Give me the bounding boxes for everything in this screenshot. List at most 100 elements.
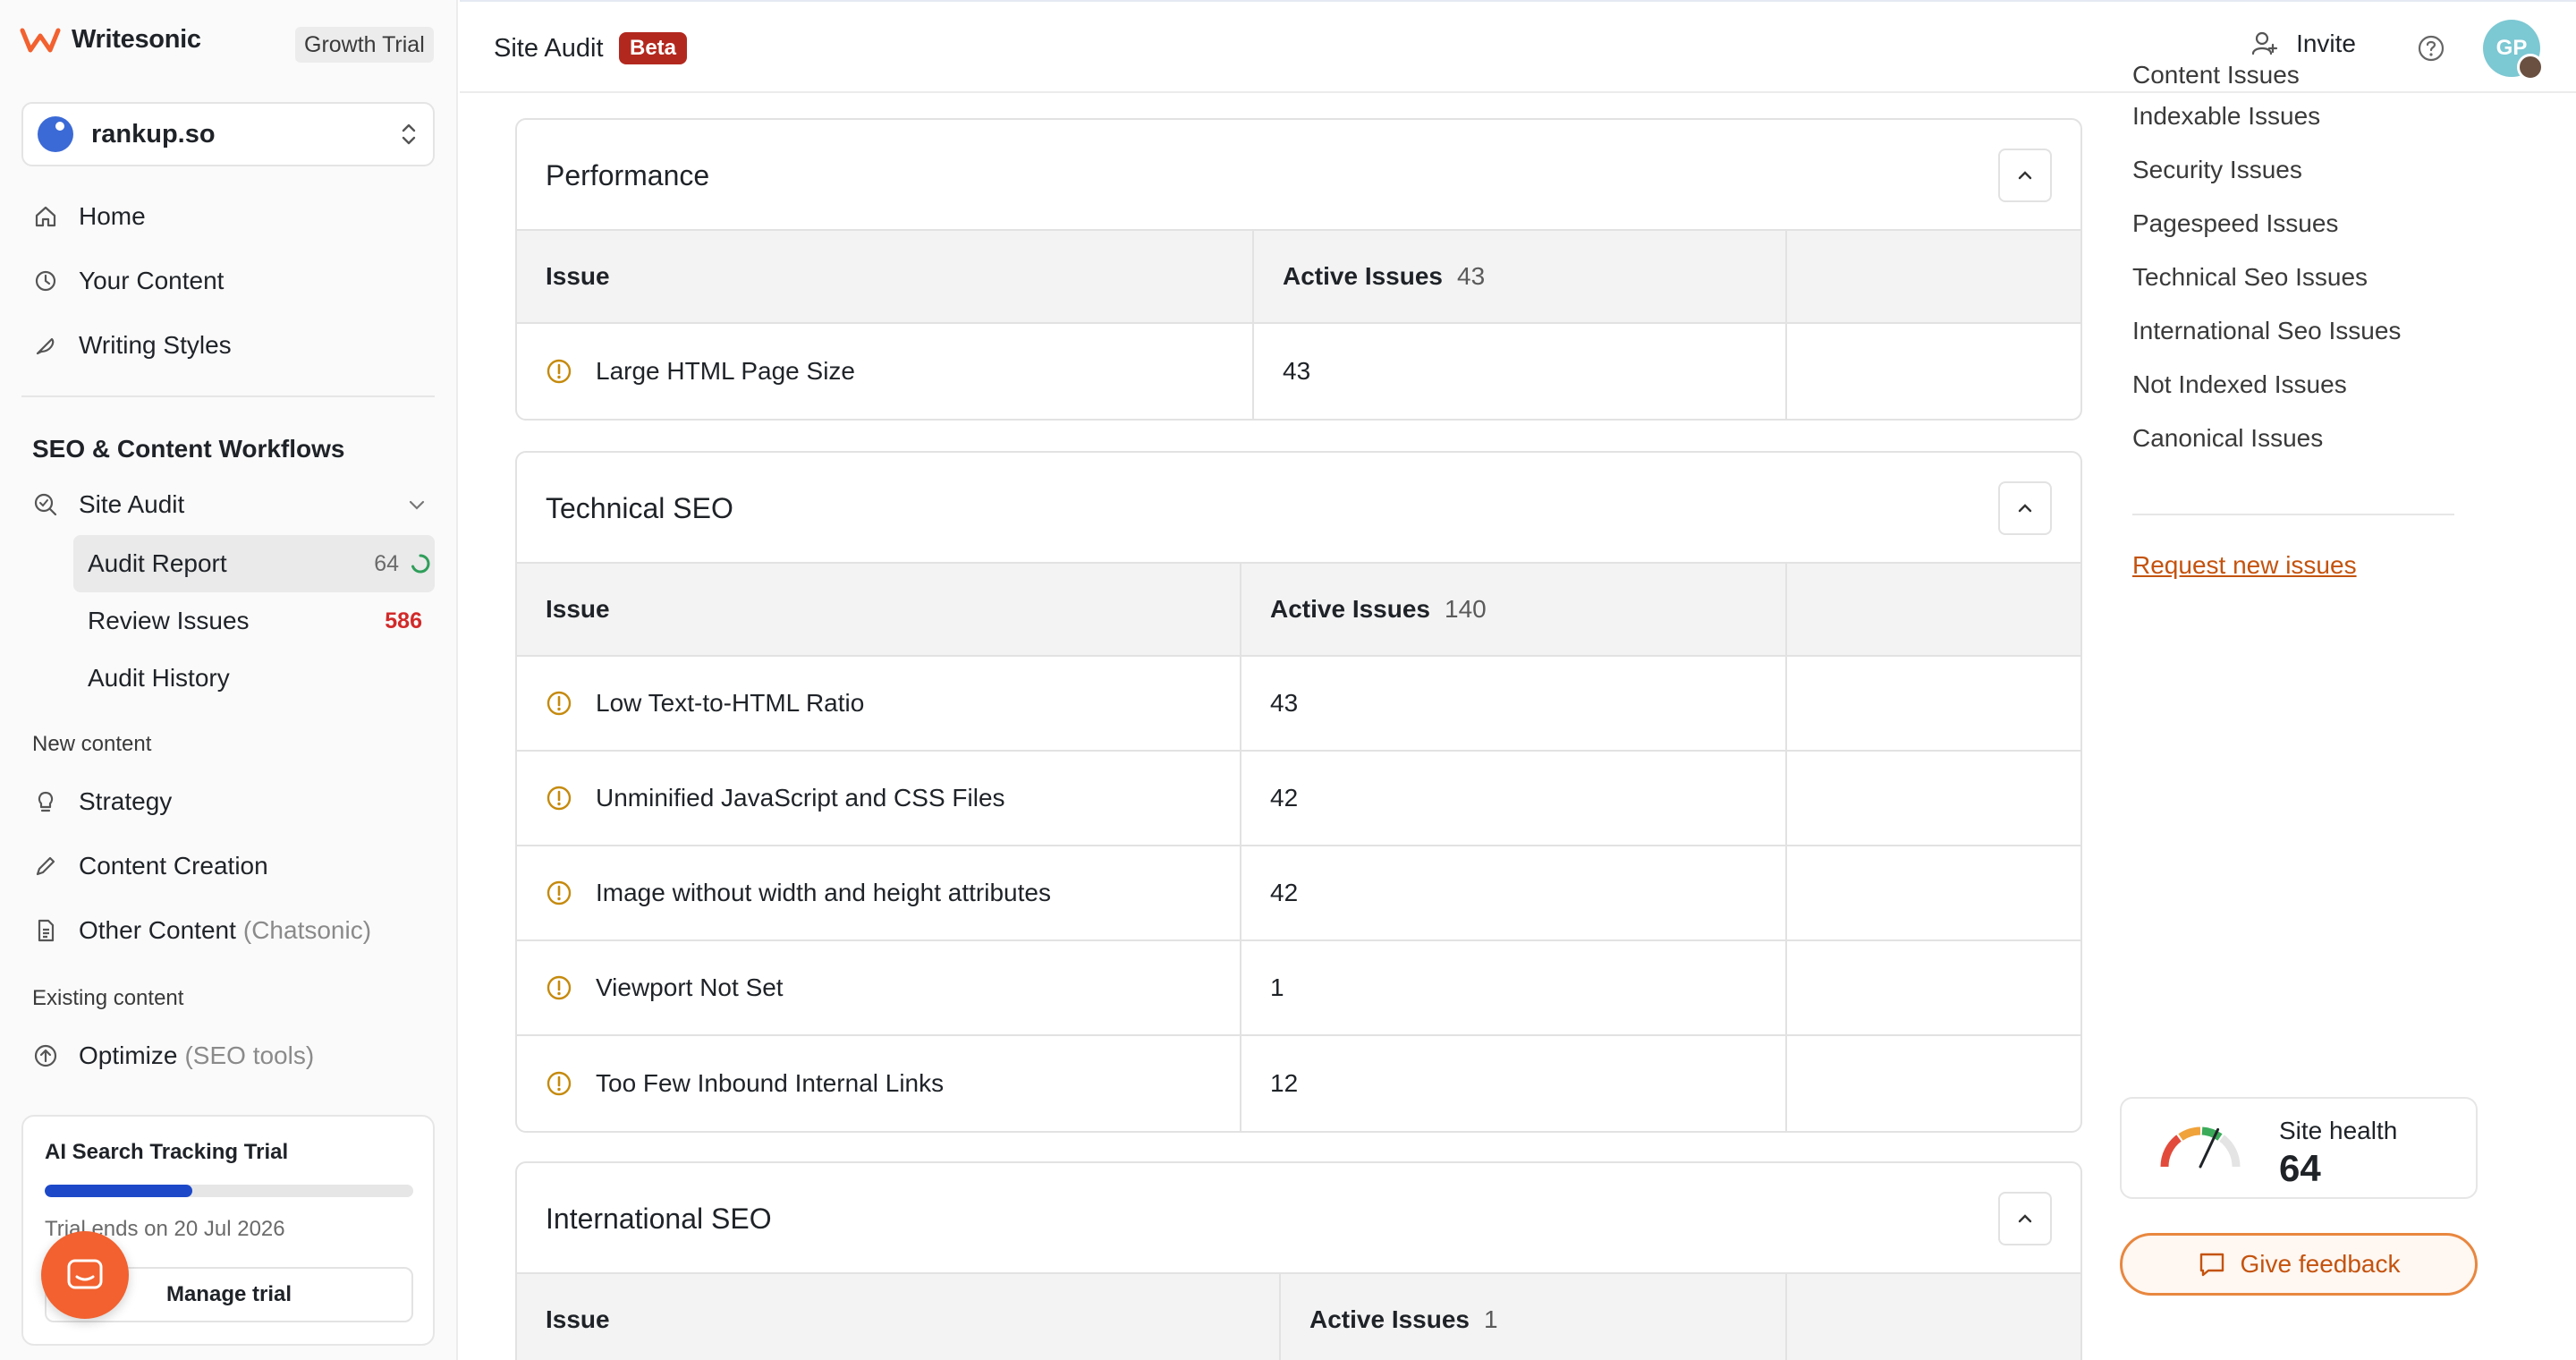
pencil-icon [32,853,59,880]
site-health-value: 64 [2279,1147,2321,1189]
warning-circle-icon [547,786,572,811]
subnav-audit-history[interactable]: Audit History [73,650,435,707]
chat-launcher-button[interactable] [41,1231,129,1319]
new-content-nav: Strategy Content Creation Other Content … [21,769,442,963]
subnav-label: Audit History [88,664,230,692]
group-label-new-content: New content [32,732,152,756]
toc-item-international-seo-issues[interactable]: International Seo Issues [2132,304,2454,358]
table-row[interactable]: Too Few Inbound Internal Links 12 [517,1036,2080,1131]
brand[interactable]: Writesonic [20,25,201,55]
user-avatar[interactable]: GP [2483,20,2544,81]
trial-progress-fill [45,1185,192,1197]
toc-item-canonical-issues[interactable]: Canonical Issues [2132,412,2454,465]
nav-label: Strategy [79,787,173,815]
issue-cell: Unminified JavaScript and CSS Files [517,752,1241,845]
column-header-label: Active Issues [1309,1305,1470,1333]
column-header-label: Active Issues [1283,262,1443,290]
nav-item-content-creation[interactable]: Content Creation [21,834,442,898]
warning-circle-icon [547,975,572,1000]
active-issues-total: 1 [1484,1305,1498,1333]
subnav-label: Review Issues [88,607,250,634]
panel-technical-seo: Technical SEO Issue Active Issues 140 Lo… [515,451,2082,1133]
site-health-card[interactable]: Site health 64 [2120,1097,2478,1199]
workspace-switcher[interactable]: rankup.so [21,102,435,166]
table-row[interactable]: Image without width and height attribute… [517,846,2080,941]
trial-title: AI Search Tracking Trial [45,1140,289,1164]
table-row[interactable]: Low Text-to-HTML Ratio 43 [517,657,2080,752]
nav-item-optimize[interactable]: Optimize (SEO tools) [21,1024,442,1088]
warning-circle-icon [547,1071,572,1096]
panel-header: Technical SEO [517,453,2080,564]
request-new-issues-link[interactable]: Request new issues [2132,551,2357,580]
give-feedback-button[interactable]: Give feedback [2120,1233,2478,1296]
warning-circle-icon [547,691,572,716]
nav-suffix: (SEO tools) [184,1041,315,1069]
row-actions [1787,657,2080,750]
column-header-active-issues[interactable]: Active Issues 140 [1241,564,1787,655]
active-issues-total: 43 [1457,262,1486,290]
workspace-name: rankup.so [91,119,216,149]
nav-item-writing-styles[interactable]: Writing Styles [21,313,442,378]
nav-item-other-content[interactable]: Other Content (Chatsonic) [21,898,442,963]
issue-count: 12 [1241,1036,1787,1131]
home-icon [32,203,59,230]
primary-nav: Home Your Content Writing Styles [21,184,442,378]
toc-item-technical-seo-issues[interactable]: Technical Seo Issues [2132,251,2454,304]
chevron-up-icon [2018,171,2032,180]
site-audit-subnav: Audit Report 64 Review Issues 586 Audit … [73,535,435,707]
issue-count: 42 [1241,752,1787,845]
toc-item-pagespeed-issues[interactable]: Pagespeed Issues [2132,197,2454,251]
issue-category-toc: Content Issues Indexable Issues Security… [2132,61,2454,465]
table-row[interactable]: Unminified JavaScript and CSS Files 42 [517,752,2080,846]
search-audit-icon [32,491,59,518]
plan-badge: Growth Trial [295,27,434,63]
collapse-button[interactable] [1998,149,2052,202]
nav-item-your-content[interactable]: Your Content [21,249,442,313]
column-header-issue: Issue [517,564,1241,655]
collapse-button[interactable] [1998,1192,2052,1245]
subnav-audit-report[interactable]: Audit Report 64 [73,535,435,592]
toc-item-security-issues[interactable]: Security Issues [2132,143,2454,197]
chevron-down-icon[interactable] [406,494,428,515]
sidebar: Writesonic Growth Trial rankup.so Home Y… [0,0,458,1360]
column-header-active-issues[interactable]: Active Issues 43 [1254,231,1787,322]
subnav-label: Audit Report [88,549,227,577]
row-actions [1787,752,2080,845]
issue-name: Image without width and height attribute… [596,879,1051,906]
toc-item-not-indexed-issues[interactable]: Not Indexed Issues [2132,358,2454,412]
trial-progress-bar [45,1185,413,1197]
avatar-photo [2517,54,2544,81]
feather-icon [32,332,59,359]
table-header: Issue Active Issues 140 [517,564,2080,657]
writesonic-logo-icon [20,27,61,54]
toc-divider [2132,514,2454,515]
column-header-empty [1787,564,2080,655]
issue-cell: Viewport Not Set [517,941,1241,1034]
column-header-label: Active Issues [1270,595,1430,623]
table-header: Issue Active Issues 43 [517,231,2080,324]
table-row[interactable]: Large HTML Page Size 43 [517,324,2080,419]
warning-circle-icon [547,359,572,384]
toc-item-content-issues[interactable]: Content Issues [2132,52,2454,89]
panel-header: Performance [517,120,2080,231]
nav-item-site-audit[interactable]: Site Audit [21,472,442,537]
issue-name: Low Text-to-HTML Ratio [596,689,865,717]
table-row[interactable]: Viewport Not Set 1 [517,941,2080,1036]
collapse-button[interactable] [1998,481,2052,535]
nav-label: Optimize [79,1041,178,1069]
issue-name: Too Few Inbound Internal Links [596,1069,945,1097]
toc-item-indexable-issues[interactable]: Indexable Issues [2132,89,2454,143]
nav-item-home[interactable]: Home [21,184,442,249]
nav-label: Your Content [79,267,225,294]
subnav-review-issues[interactable]: Review Issues 586 [73,592,435,650]
column-header-issue: Issue [517,231,1254,322]
nav-label: Other Content [79,916,236,944]
issue-cell: Low Text-to-HTML Ratio [517,657,1241,750]
panel-performance: Performance Issue Active Issues 43 Large… [515,118,2082,421]
nav-item-strategy[interactable]: Strategy [21,769,442,834]
workspace-avatar [38,116,73,152]
issue-count: 42 [1241,846,1787,939]
column-header-active-issues[interactable]: Active Issues 1 [1281,1274,1787,1360]
table-header: Issue Active Issues 1 [517,1274,2080,1360]
row-actions [1787,1036,2080,1131]
